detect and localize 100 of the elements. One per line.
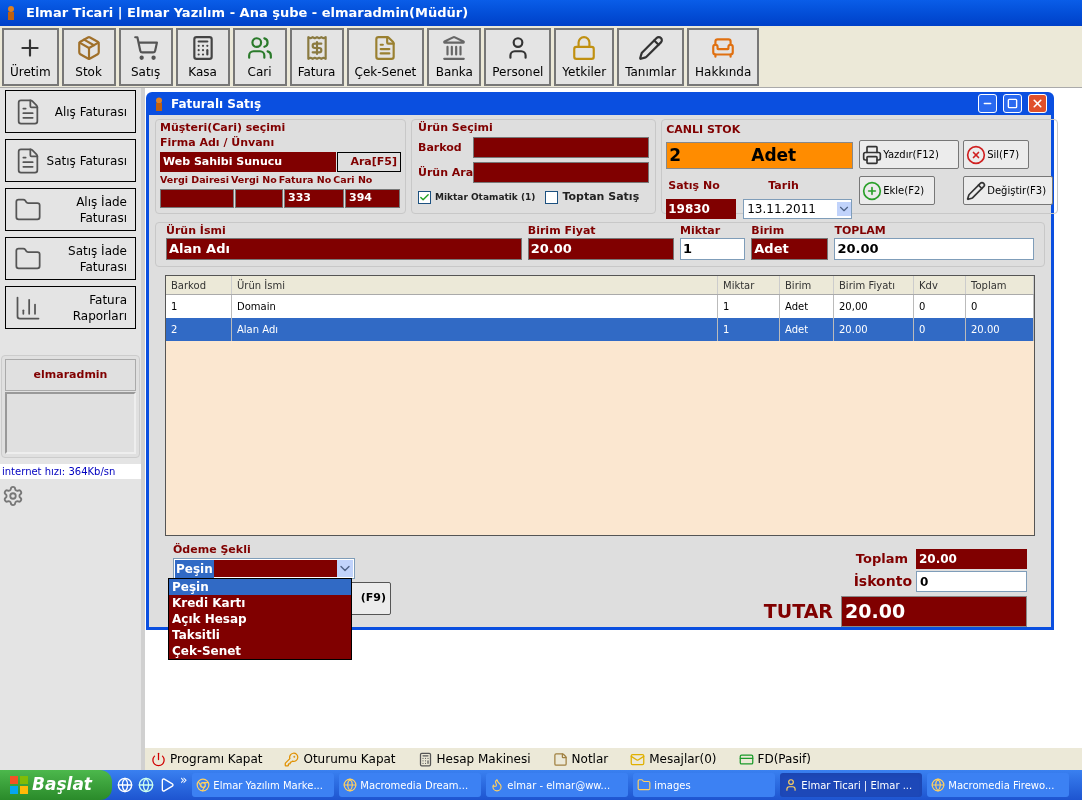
taskbar-button[interactable]: Elmar Ticari | Elmar ... (780, 773, 923, 797)
action-button[interactable]: Ekle(F2) (859, 176, 936, 205)
toolbar-button[interactable]: Stok (61, 27, 116, 86)
dropdown-option[interactable]: Açık Hesap (169, 611, 351, 627)
flame-icon (490, 778, 505, 792)
action-button[interactable]: Yazdır(F12) (859, 140, 960, 169)
column-header[interactable]: Ürün İsmi (232, 276, 718, 294)
sidebar-button[interactable]: Alış Faturası (5, 90, 136, 133)
cart-icon (132, 34, 159, 61)
table-row[interactable]: 2 Alan Adı 1 Adet 20.00 0 20.00 (166, 318, 1034, 341)
checkbox[interactable] (545, 190, 559, 204)
chevron-down-icon (837, 202, 852, 216)
toolbar-button[interactable]: Kasa (175, 27, 230, 86)
sidebar-button[interactable]: Alış İade Faturası (5, 188, 136, 231)
dropdown-option[interactable]: Taksitli (169, 627, 351, 643)
note-icon (552, 751, 568, 767)
bottom-bar-item[interactable]: Oturumu Kapat (284, 750, 396, 768)
text-field[interactable]: 394 (345, 188, 400, 208)
dropdown-option[interactable]: Çek-Senet (169, 643, 351, 659)
toolbar-button[interactable]: Satış (118, 27, 173, 86)
toolbar-button[interactable]: Tanımlar (617, 27, 685, 86)
field-label: Vergi Dairesi (160, 175, 229, 185)
column-header[interactable]: Barkod (166, 276, 232, 294)
toolbar-button[interactable]: Fatura (289, 27, 344, 86)
bottom-bar-item[interactable]: FD(Pasif) (738, 750, 811, 768)
toolbar-button[interactable]: Personel (484, 27, 552, 86)
key-icon (284, 751, 300, 767)
dropdown-option[interactable]: Peşin (169, 579, 351, 595)
date-picker[interactable]: 13.11.2011 (743, 199, 853, 219)
play-icon[interactable] (159, 777, 175, 793)
toolbar-button[interactable]: Çek-Senet (346, 27, 425, 86)
text-field[interactable] (235, 188, 283, 208)
globe-icon[interactable] (138, 777, 154, 793)
toolbar-button[interactable]: Cari (232, 27, 287, 86)
more-chevron[interactable]: » (180, 771, 188, 789)
discount-field[interactable]: 0 (916, 571, 1027, 592)
action-button[interactable]: Değiştir(F3) (963, 176, 1054, 205)
sidebar-button[interactable]: Fatura Raporları (5, 286, 136, 329)
close-button[interactable] (1028, 94, 1047, 113)
text-field[interactable]: 333 (284, 188, 344, 208)
group-legend: Müşteri(Cari) seçimi (160, 122, 401, 133)
total-field[interactable]: 20.00 (916, 549, 1027, 569)
text-field[interactable] (473, 137, 650, 158)
close-circle-icon (966, 144, 987, 165)
grand-total-field[interactable]: 20.00 (841, 596, 1027, 627)
toolbar-button[interactable]: Yetkiler (554, 27, 615, 86)
table-cell: 1 (718, 318, 780, 341)
search-button[interactable]: Ara[F5] (337, 152, 401, 172)
minimize-button[interactable] (978, 94, 997, 113)
toolbar-button[interactable]: Hakkında (687, 27, 760, 86)
text-field[interactable]: Adet (751, 238, 829, 260)
text-field[interactable]: 20.00 (834, 238, 1034, 260)
text-field[interactable] (473, 162, 650, 183)
bottom-bar-item[interactable]: Hesap Makinesi (417, 750, 531, 768)
stock-unit: Adet (750, 143, 798, 167)
column-header[interactable]: Toplam (966, 276, 1034, 294)
text-field[interactable] (160, 188, 234, 208)
field-label: Miktar (680, 225, 722, 236)
sidebar-button[interactable]: Satış Faturası (5, 139, 136, 182)
sale-number-field[interactable]: 19830 (666, 199, 737, 219)
action-button[interactable]: Sil(F7) (963, 140, 1030, 169)
field-label: Firma Adı / Ünvanı (160, 137, 276, 148)
column-header[interactable]: Miktar (718, 276, 780, 294)
taskbar-button[interactable]: Macromedia Firewo... (927, 773, 1070, 797)
field-label: Tarih (768, 179, 799, 192)
dropdown-option[interactable]: Kredi Kartı (169, 595, 351, 611)
bank-icon (441, 34, 468, 61)
text-field[interactable]: 20.00 (527, 238, 675, 260)
toolbar-button[interactable]: Üretim (2, 27, 59, 86)
selected-value: Peşin (175, 559, 214, 578)
discount-label: İskonto (853, 572, 912, 591)
text-field[interactable]: Alan Adı (166, 238, 522, 260)
text-field[interactable]: 1 (680, 238, 746, 260)
table-row[interactable]: 1 Domain 1 Adet 20,00 0 0 (166, 295, 1034, 318)
checkbox[interactable] (418, 190, 431, 204)
plus-circle-icon (862, 180, 883, 201)
column-header[interactable]: Kdv (914, 276, 966, 294)
maximize-button[interactable] (1003, 94, 1022, 113)
column-header[interactable]: Birim (780, 276, 834, 294)
app-icon (153, 96, 165, 111)
column-header[interactable]: Birim Fiyatı (834, 276, 914, 294)
taskbar-button[interactable]: elmar - elmar@ww... (486, 773, 629, 797)
stock-quantity: 2 (668, 143, 683, 167)
toolbar-button[interactable]: Banka (427, 27, 482, 86)
field-label: Ödeme Şekli (173, 544, 252, 555)
taskbar-button[interactable]: Macromedia Dream... (339, 773, 482, 797)
firm-field[interactable]: Web Sahibi Sunucu (160, 152, 336, 172)
sidebar-button[interactable]: Satış İade Faturası (5, 237, 136, 280)
window-title: Elmar Ticari | Elmar Yazılım - Ana şube - elmaradmin(Müdür) (26, 4, 469, 23)
settings-icon[interactable] (2, 485, 24, 507)
bottom-bar-item[interactable]: Programı Kapat (151, 750, 263, 768)
bottom-bar-item[interactable]: Mesajlar(0) (630, 750, 717, 768)
checkbox-label: Miktar Otamatik (1) (435, 190, 536, 204)
taskbar-button[interactable]: Elmar Yazılım Marke... (192, 773, 335, 797)
table-cell: 20.00 (966, 318, 1034, 341)
payment-select[interactable]: Peşin (173, 558, 355, 579)
grand-total-label: TUTAR (763, 599, 833, 625)
taskbar-button[interactable]: images (633, 773, 776, 797)
checkbox-label: Toptan Satış (562, 189, 640, 205)
bottom-bar-item[interactable]: Notlar (552, 750, 609, 768)
